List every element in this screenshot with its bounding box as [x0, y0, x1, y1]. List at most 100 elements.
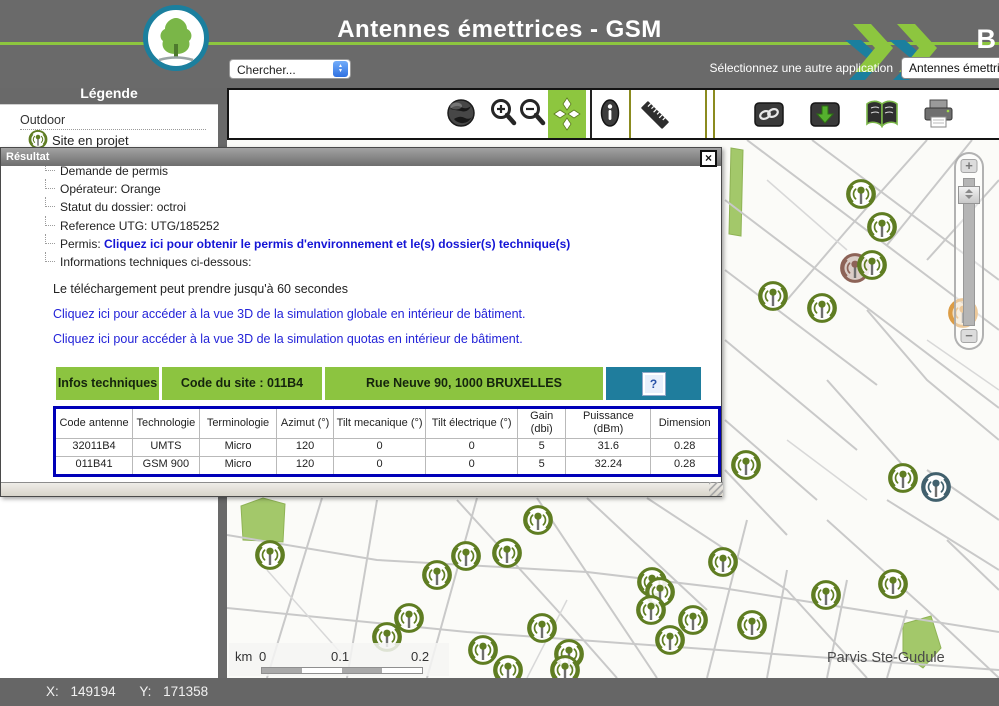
- toolbar-separator: [705, 90, 707, 138]
- table-header-cell: Gain (dbi): [518, 408, 566, 438]
- table-cell: 31.6: [566, 438, 651, 456]
- tree-item-label: Informations techniques ci-dessous:: [60, 255, 251, 269]
- antenna-marker-green[interactable]: [863, 211, 901, 245]
- result-panel-titlebar[interactable]: Résultat ×: [1, 148, 721, 166]
- coord-y-value: 171358: [163, 684, 208, 699]
- status-bar: X: 149194 Y: 171358: [0, 678, 999, 706]
- search-input[interactable]: Chercher... ▲ ▼: [229, 59, 351, 79]
- close-icon[interactable]: ×: [700, 150, 717, 167]
- table-header-cell: Dimension: [651, 408, 720, 438]
- tree-connector: [45, 179, 55, 189]
- result-tree: Demande de permisOpérateur: OrangeStatut…: [45, 166, 721, 270]
- zoom-slider-plus-button[interactable]: +: [961, 159, 978, 173]
- antenna-marker-green[interactable]: [842, 178, 880, 212]
- permit-link[interactable]: Cliquez ici pour obtenir le permis d'env…: [101, 237, 571, 251]
- link-button[interactable]: [752, 98, 786, 135]
- select-stepper-icon[interactable]: ▲ ▼: [333, 61, 348, 77]
- scale-tick: 0.1: [331, 649, 349, 664]
- table-cell: 5: [518, 438, 566, 456]
- app-header: Antennes émettrices - GSM B Chercher... …: [0, 0, 999, 88]
- antenna-marker-green[interactable]: [727, 449, 765, 483]
- antenna-marker-green[interactable]: [807, 579, 845, 613]
- tree-connector: [45, 166, 55, 171]
- table-header-cell: Code antenne: [55, 408, 133, 438]
- book-icon: [865, 98, 899, 130]
- map-place-label: Parvis Ste-Gudule: [827, 650, 945, 666]
- printer-icon: [922, 98, 956, 130]
- zoom-in-button[interactable]: [488, 97, 518, 136]
- coord-x-value: 149194: [71, 684, 116, 699]
- scale-unit: km: [235, 649, 252, 664]
- tree-item: Demande de permis: [45, 166, 721, 179]
- pan-icon: [553, 96, 581, 132]
- antenna-marker-green[interactable]: [874, 568, 912, 602]
- help-icon[interactable]: ?: [643, 373, 665, 395]
- resize-grip[interactable]: [709, 482, 723, 496]
- zoom-out-icon: [517, 97, 547, 131]
- zoom-slider-minus-button[interactable]: −: [961, 329, 978, 343]
- table-header-cell: Terminologie: [199, 408, 277, 438]
- library-button[interactable]: [865, 98, 899, 135]
- antenna-table-body: 32011B4UMTSMicro12000531.60.28011B41GSM …: [55, 438, 720, 475]
- antenna-marker-green[interactable]: [489, 654, 527, 678]
- tree-connector: [45, 216, 55, 226]
- table-cell: 5: [518, 456, 566, 475]
- antenna-marker-green[interactable]: [651, 624, 689, 658]
- download-button[interactable]: [808, 98, 842, 135]
- antenna-marker-green[interactable]: [803, 292, 841, 326]
- table-cell: 011B41: [55, 456, 133, 475]
- tree-item: Reference UTG: UTG/185252: [45, 216, 721, 234]
- tree-icon: [151, 14, 201, 66]
- tree-item: Permis: Cliquez ici pour obtenir le perm…: [45, 234, 721, 252]
- pan-tool-button-active[interactable]: [548, 90, 586, 138]
- antenna-marker-green[interactable]: [853, 249, 891, 283]
- table-cell: 0: [333, 438, 425, 456]
- antenna-marker-blue[interactable]: [917, 471, 955, 505]
- download-folder-icon: [808, 98, 842, 130]
- toolbar-separator: [629, 90, 631, 138]
- link-3d-global[interactable]: Cliquez ici pour accéder à la vue 3D de …: [53, 307, 721, 322]
- globe-extent-button[interactable]: [446, 98, 476, 133]
- antenna-marker-green[interactable]: [733, 609, 771, 643]
- link-3d-quotas[interactable]: Cliquez ici pour accéder à la vue 3D de …: [53, 332, 721, 347]
- zoom-out-button[interactable]: [517, 97, 547, 136]
- application-select[interactable]: Antennes émettri: [901, 57, 999, 79]
- scale-tick: 0: [259, 649, 266, 664]
- scale-bar: km 0 0.1 0.2: [229, 643, 449, 676]
- table-cell: 0: [426, 456, 518, 475]
- toolbar-separator: [713, 90, 715, 138]
- legend-title: Légende: [0, 85, 218, 101]
- slider-arrow-up-icon: [965, 189, 973, 193]
- tree-item-label: Permis:: [60, 237, 101, 251]
- zoom-in-icon: [488, 97, 518, 131]
- antenna-table-head: Code antenneTechnologieTerminologieAzimu…: [55, 408, 720, 438]
- scale-tick: 0.2: [411, 649, 429, 664]
- table-row: 011B41GSM 900Micro12000532.240.28: [55, 456, 720, 475]
- brussels-environment-logo: [143, 5, 209, 71]
- tree-connector: [45, 234, 55, 244]
- zoom-slider-handle[interactable]: [958, 186, 980, 204]
- antenna-marker-green[interactable]: [519, 504, 557, 538]
- antenna-marker-green[interactable]: [632, 594, 670, 628]
- zoom-slider[interactable]: + −: [954, 152, 984, 350]
- antenna-marker-green[interactable]: [418, 559, 456, 593]
- tree-item: Opérateur: Orange: [45, 179, 721, 197]
- antenna-marker-green[interactable]: [704, 546, 742, 580]
- app-select-label: Sélectionnez une autre application: [710, 61, 893, 75]
- table-header-cell: Azimut (°): [277, 408, 334, 438]
- tree-item-label: Reference UTG: UTG/185252: [60, 219, 219, 233]
- result-horizontal-scrollbar[interactable]: [1, 482, 723, 496]
- table-cell: 32.24: [566, 456, 651, 475]
- link-folder-icon: [752, 98, 786, 130]
- antenna-marker-green[interactable]: [754, 280, 792, 314]
- infos-techniques-tab[interactable]: Infos techniques: [56, 367, 159, 400]
- measure-button[interactable]: [638, 98, 672, 137]
- slider-arrow-down-icon: [965, 195, 973, 199]
- antenna-marker-green[interactable]: [546, 654, 584, 678]
- antenna-marker-green[interactable]: [488, 537, 526, 571]
- table-cell: GSM 900: [133, 456, 200, 475]
- identify-button[interactable]: [595, 98, 625, 133]
- print-button[interactable]: [922, 98, 956, 135]
- antenna-marker-green[interactable]: [251, 539, 289, 573]
- table-header-cell: Tilt électrique (°): [426, 408, 518, 438]
